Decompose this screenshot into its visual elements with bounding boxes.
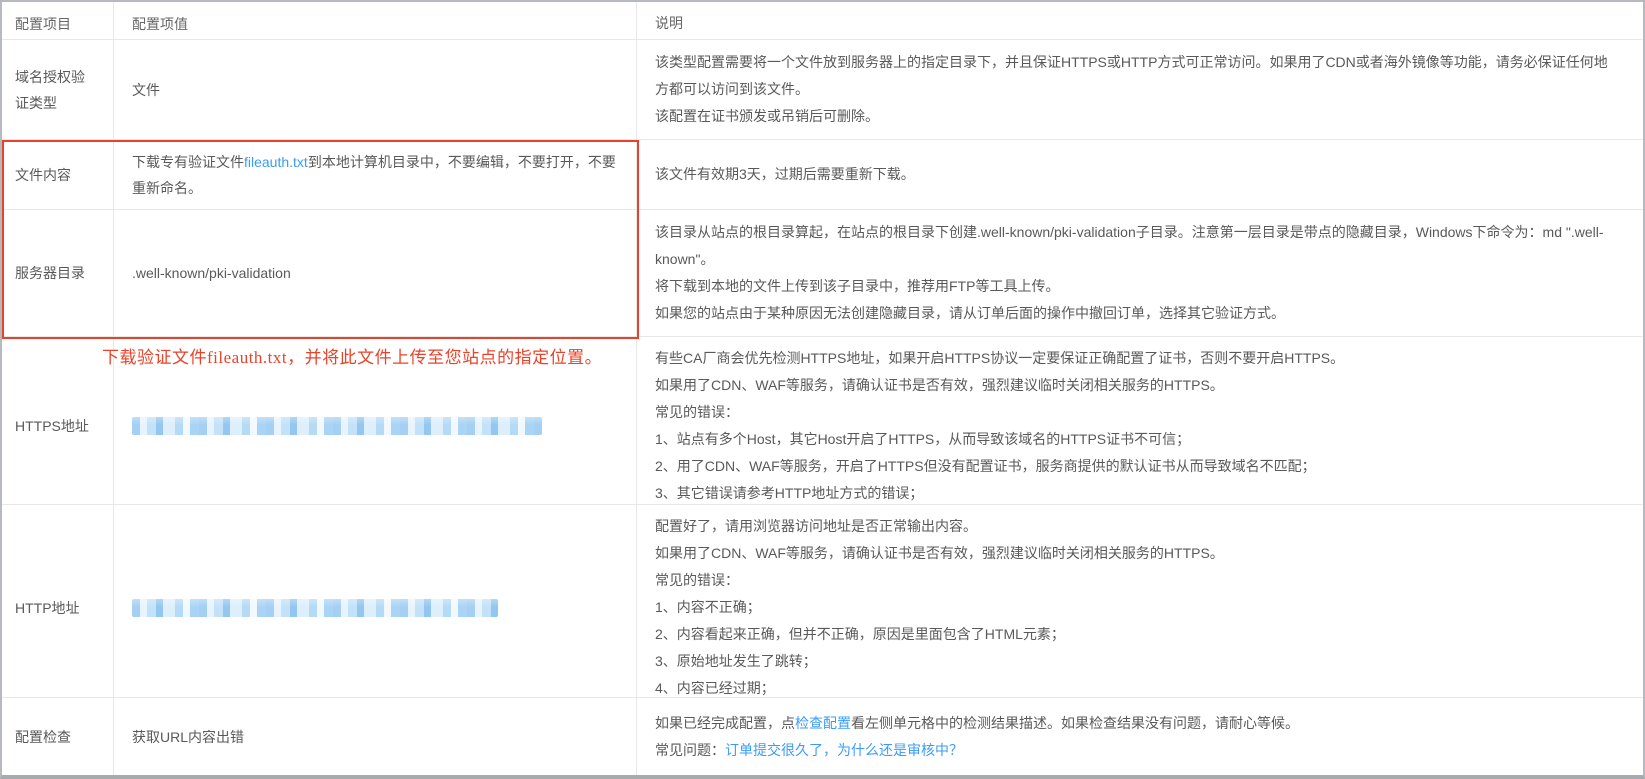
http-address-description: 配置好了，请用浏览器访问地址是否正常输出内容。 如果用了CDN、WAF等服务，请… — [637, 505, 1643, 710]
auth-type-value: 文件 — [114, 40, 637, 139]
fileauth-download-link[interactable]: fileauth.txt — [244, 154, 308, 170]
faq-label: 常见问题： — [655, 742, 725, 758]
config-check-label: 配置检查 — [2, 698, 114, 775]
file-content-value-text: 下载专有验证文件fileauth.txt到本地计算机目录中，不要编辑，不要打开，… — [132, 149, 618, 201]
validation-config-table: 配置项目 配置项值 说明 域名授权验证类型 文件 该类型配置需要将一个文件放到服… — [2, 2, 1643, 775]
description-line: 配置好了，请用浏览器访问地址是否正常输出内容。 — [655, 513, 1621, 540]
description-line: 常见问题：订单提交很久了，为什么还是审核中？ — [655, 737, 1621, 764]
description-line: 有些CA厂商会优先检测HTTPS地址，如果开启HTTPS协议一定要保证正确配置了… — [655, 345, 1621, 372]
column-header-config-value: 配置项值 — [114, 2, 637, 45]
server-directory-value: .well-known/pki-validation — [114, 210, 637, 336]
table-row-server-directory: 服务器目录 .well-known/pki-validation 该目录从站点的… — [2, 210, 1643, 337]
config-check-description: 如果已经完成配置，点检查配置看左侧单元格中的检测结果描述。如果检查结果没有问题，… — [637, 698, 1643, 775]
validation-config-panel: 配置项目 配置项值 说明 域名授权验证类型 文件 该类型配置需要将一个文件放到服… — [0, 0, 1645, 779]
description-line: 1、内容不正确； — [655, 594, 1621, 621]
annotation-text: 下载验证文件fileauth.txt，并将此文件上传至您站点的指定位置。 — [102, 343, 602, 368]
description-line: 1、站点有多个Host，其它Host开启了HTTPS，从而导致该域名的HTTPS… — [655, 426, 1621, 453]
file-content-description: 该文件有效期3天，过期后需要重新下载。 — [637, 140, 1643, 209]
description-line: 如果您的站点由于某种原因无法创建隐藏目录，请从订单后面的操作中撤回订单，选择其它… — [655, 300, 1621, 327]
table-header-row: 配置项目 配置项值 说明 — [2, 2, 1643, 40]
desc-text-pre: 如果已经完成配置，点 — [655, 715, 795, 731]
server-directory-label: 服务器目录 — [2, 210, 114, 336]
https-address-label: HTTPS地址 — [2, 337, 114, 515]
auth-type-label: 域名授权验证类型 — [2, 40, 114, 139]
description-line: 常见的错误： — [655, 399, 1621, 426]
table-row-auth-type: 域名授权验证类型 文件 该类型配置需要将一个文件放到服务器上的指定目录下，并且保… — [2, 40, 1643, 140]
table-row-file-content: 文件内容 下载专有验证文件fileauth.txt到本地计算机目录中，不要编辑，… — [2, 140, 1643, 210]
http-address-value — [114, 505, 637, 710]
faq-review-pending-link[interactable]: 订单提交很久了，为什么还是审核中？ — [725, 742, 963, 758]
http-address-label: HTTP地址 — [2, 505, 114, 710]
column-header-description: 说明 — [637, 2, 1643, 45]
description-line: 如果用了CDN、WAF等服务，请确认证书是否有效，强烈建议临时关闭相关服务的HT… — [655, 372, 1621, 399]
description-line: 3、其它错误请参考HTTP地址方式的错误； — [655, 480, 1621, 507]
description-line: 该目录从站点的根目录算起，在站点的根目录下创建.well-known/pki-v… — [655, 219, 1621, 273]
redacted-https-url[interactable] — [132, 417, 542, 435]
description-line: 如果用了CDN、WAF等服务，请确认证书是否有效，强烈建议临时关闭相关服务的HT… — [655, 540, 1621, 567]
table-row-http-address: HTTP地址 配置好了，请用浏览器访问地址是否正常输出内容。 如果用了CDN、W… — [2, 505, 1643, 698]
server-directory-description: 该目录从站点的根目录算起，在站点的根目录下创建.well-known/pki-v… — [637, 210, 1643, 336]
column-header-config-item: 配置项目 — [2, 2, 114, 45]
check-config-link[interactable]: 检查配置 — [795, 715, 851, 731]
description-line: 3、原始地址发生了跳转； — [655, 648, 1621, 675]
description-line: 常见的错误： — [655, 567, 1621, 594]
description-line: 该类型配置需要将一个文件放到服务器上的指定目录下，并且保证HTTPS或HTTP方… — [655, 49, 1621, 103]
redacted-http-url[interactable] — [132, 599, 498, 617]
file-content-label: 文件内容 — [2, 140, 114, 209]
description-line: 该配置在证书颁发或吊销后可删除。 — [655, 103, 1621, 130]
https-address-description: 有些CA厂商会优先检测HTTPS地址，如果开启HTTPS协议一定要保证正确配置了… — [637, 337, 1643, 515]
description-line: 2、用了CDN、WAF等服务，开启了HTTPS但没有配置证书，服务商提供的默认证… — [655, 453, 1621, 480]
description-line: 将下载到本地的文件上传到该子目录中，推荐用FTP等工具上传。 — [655, 273, 1621, 300]
description-line: 如果已经完成配置，点检查配置看左侧单元格中的检测结果描述。如果检查结果没有问题，… — [655, 710, 1621, 737]
table-row-config-check: 配置检查 获取URL内容出错 如果已经完成配置，点检查配置看左侧单元格中的检测结… — [2, 698, 1643, 775]
auth-type-description: 该类型配置需要将一个文件放到服务器上的指定目录下，并且保证HTTPS或HTTP方… — [637, 40, 1643, 139]
description-line: 2、内容看起来正确，但并不正确，原因是里面包含了HTML元素； — [655, 621, 1621, 648]
value-text-pre: 下载专有验证文件 — [132, 154, 244, 170]
config-check-status: 获取URL内容出错 — [114, 698, 637, 775]
description-line: 该文件有效期3天，过期后需要重新下载。 — [655, 161, 1621, 188]
file-content-value: 下载专有验证文件fileauth.txt到本地计算机目录中，不要编辑，不要打开，… — [114, 140, 637, 209]
desc-text-post: 看左侧单元格中的检测结果描述。如果检查结果没有问题，请耐心等候。 — [851, 715, 1299, 731]
